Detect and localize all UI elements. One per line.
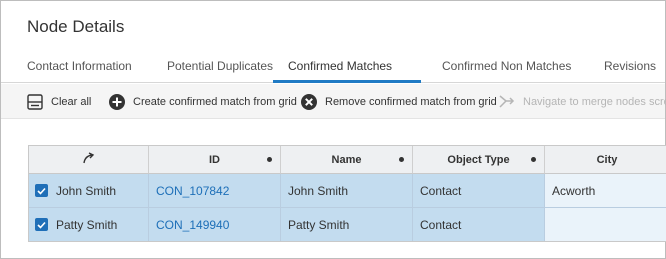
table-row[interactable]: Patty Smith	[29, 208, 149, 241]
column-header-city[interactable]: City	[545, 146, 666, 174]
id-link[interactable]: CON_149940	[156, 218, 229, 232]
row-checkbox[interactable]	[35, 218, 48, 231]
confirmed-matches-grid: ID Name Object Type City John Smith CON_…	[28, 145, 666, 242]
cell-object-type: Contact	[413, 208, 545, 241]
create-confirmed-match-label: Create confirmed match from grid	[133, 95, 297, 108]
remove-circle-icon	[300, 93, 318, 111]
navigate-merge-nodes-label: Navigate to merge nodes screen	[523, 95, 666, 108]
column-header-object-type-label: Object Type	[447, 153, 510, 166]
column-header-city-label: City	[596, 153, 618, 166]
row-label: Patty Smith	[56, 217, 118, 232]
create-confirmed-match-button[interactable]: Create confirmed match from grid	[108, 84, 297, 119]
row-select-header[interactable]	[29, 146, 149, 174]
column-header-name-label: Name	[331, 153, 362, 166]
merge-arrow-icon	[498, 93, 516, 111]
id-link[interactable]: CON_107842	[156, 184, 229, 198]
page-title: Node Details	[27, 17, 125, 36]
row-label: John Smith	[56, 183, 117, 198]
cell-name: John Smith	[281, 174, 413, 208]
clear-all-label: Clear all	[51, 95, 92, 108]
column-header-id-label: ID	[209, 153, 220, 166]
tab-potential-duplicates[interactable]: Potential Duplicates	[167, 59, 273, 73]
clear-all-icon	[26, 93, 44, 111]
column-menu-icon[interactable]	[399, 157, 404, 162]
tab-confirmed-matches[interactable]: Confirmed Matches	[288, 59, 392, 73]
cell-city: Acworth	[545, 174, 666, 208]
tab-revisions[interactable]: Revisions	[604, 59, 656, 73]
toolbar: Clear all Create confirmed match from gr…	[1, 84, 666, 119]
cell-object-type: Contact	[413, 174, 545, 208]
cell-name: Patty Smith	[281, 208, 413, 241]
tab-confirmed-non-matches[interactable]: Confirmed Non Matches	[442, 59, 571, 73]
tab-bar: Contact Information Potential Duplicates…	[1, 49, 665, 83]
link-arrow-icon	[82, 152, 96, 167]
column-header-name[interactable]: Name	[281, 146, 413, 174]
column-header-id[interactable]: ID	[149, 146, 281, 174]
cell-city	[545, 208, 666, 241]
navigate-merge-nodes-button[interactable]: Navigate to merge nodes screen	[498, 84, 666, 119]
column-menu-icon[interactable]	[531, 157, 536, 162]
tab-contact-information[interactable]: Contact Information	[27, 59, 132, 73]
column-header-object-type[interactable]: Object Type	[413, 146, 545, 174]
cell-id[interactable]: CON_107842	[149, 174, 281, 208]
add-circle-icon	[108, 93, 126, 111]
remove-confirmed-match-button[interactable]: Remove confirmed match from grid	[300, 84, 497, 119]
node-details-panel: Node Details Contact Information Potenti…	[0, 0, 666, 259]
active-tab-indicator	[273, 80, 421, 83]
row-checkbox[interactable]	[35, 184, 48, 197]
remove-confirmed-match-label: Remove confirmed match from grid	[325, 95, 497, 108]
column-menu-icon[interactable]	[267, 157, 272, 162]
cell-id[interactable]: CON_149940	[149, 208, 281, 241]
clear-all-button[interactable]: Clear all	[26, 84, 91, 119]
table-row[interactable]: John Smith	[29, 174, 149, 208]
